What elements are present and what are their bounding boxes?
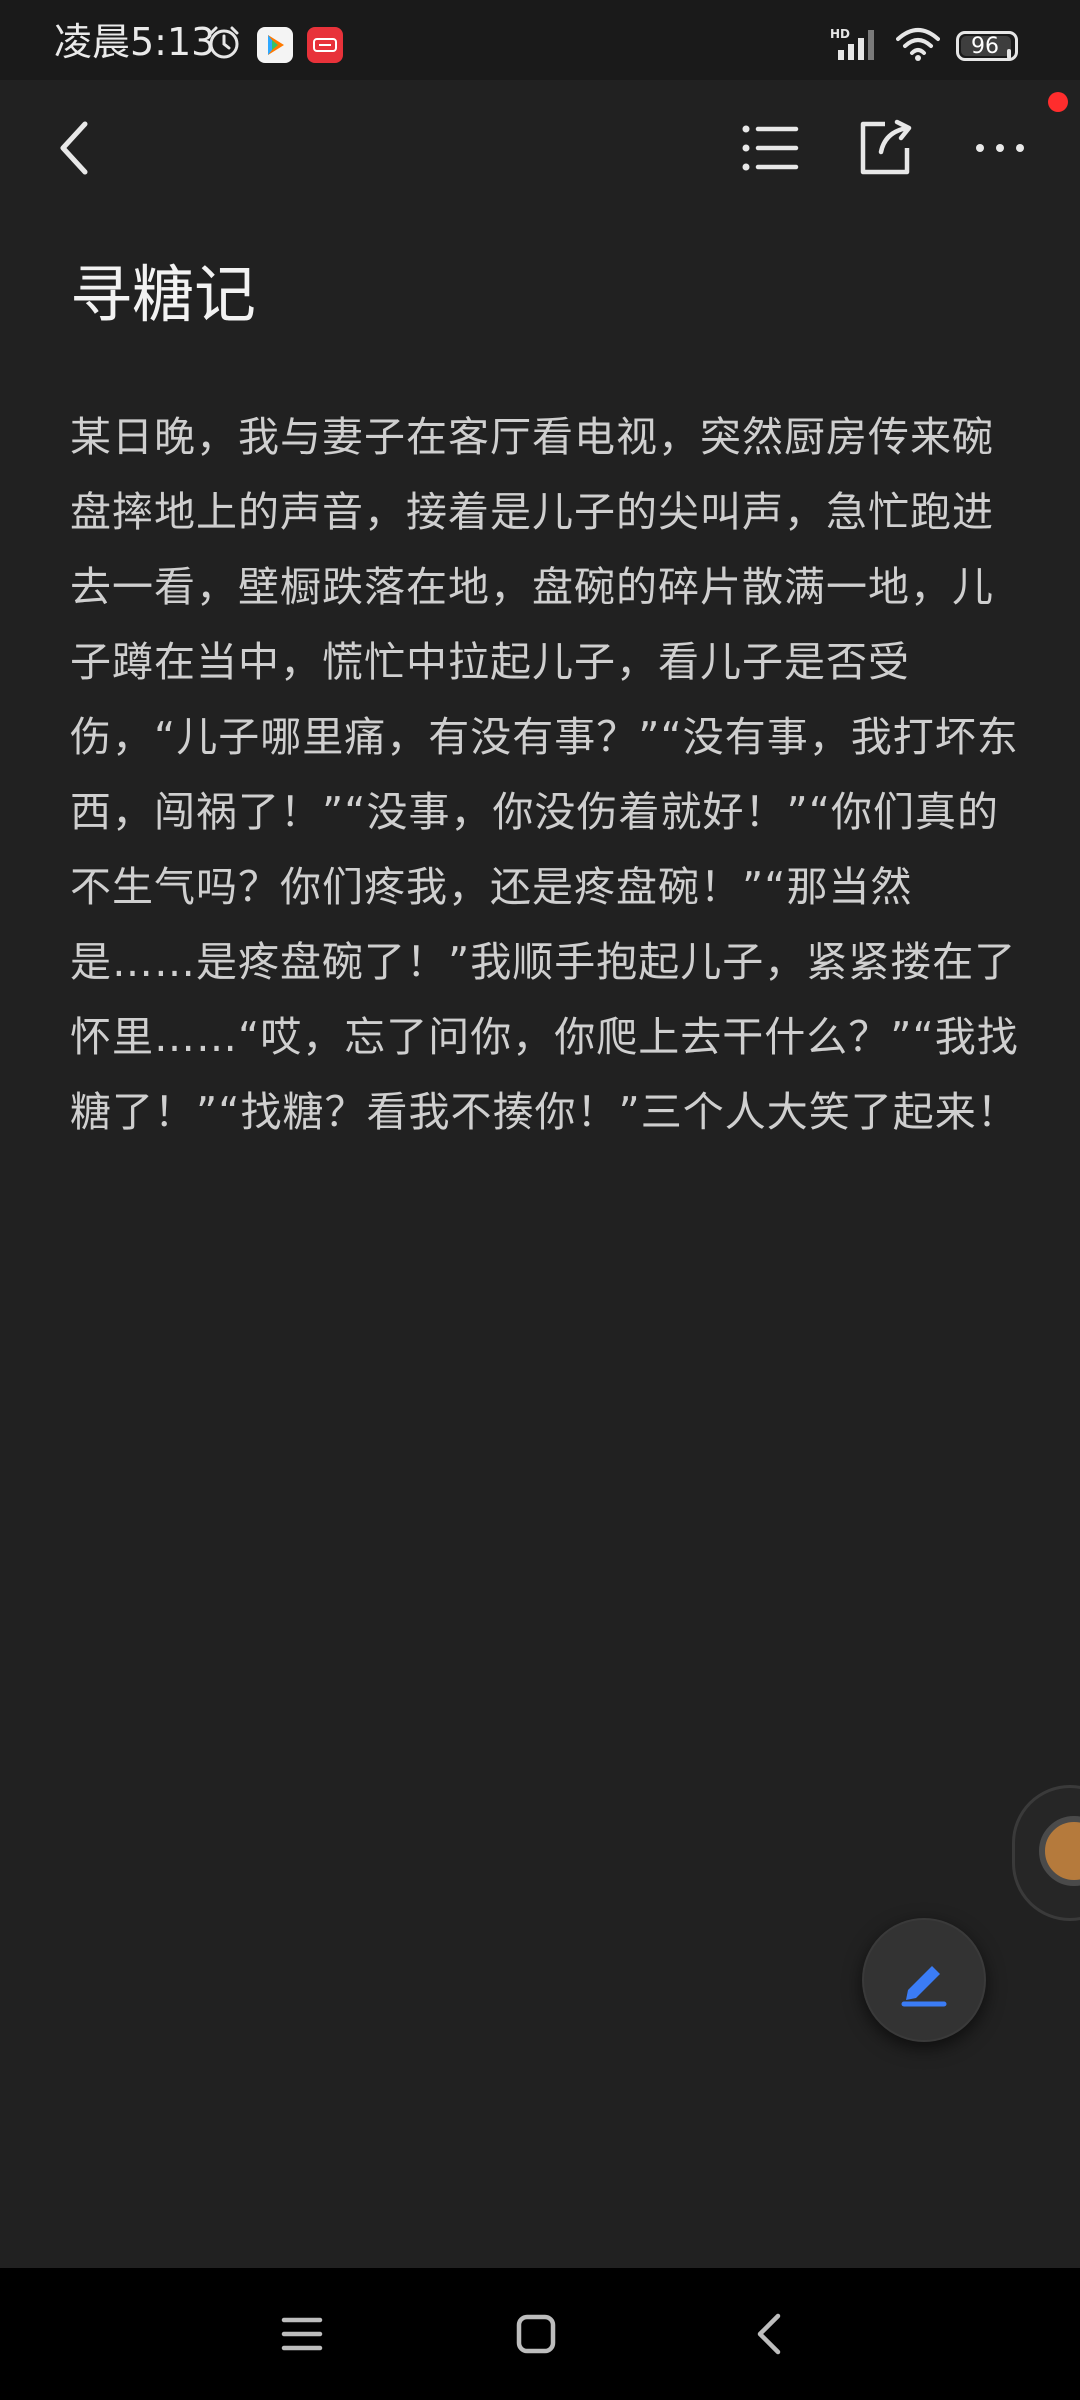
floating-side-widget[interactable] <box>1012 1785 1080 1921</box>
note-toolbar <box>0 80 1080 210</box>
status-bar: 凌晨5:13 HD 96 <box>0 0 1080 80</box>
notification-dot <box>1048 92 1068 112</box>
nav-back-button[interactable] <box>740 2304 800 2364</box>
floating-widget-icon <box>1039 1816 1080 1886</box>
status-time: 凌晨5:13 <box>54 20 216 64</box>
share-button[interactable] <box>845 108 925 188</box>
battery-indicator: 96 <box>956 31 1018 61</box>
edit-button[interactable] <box>862 1918 986 2042</box>
app-icon-kandian <box>307 27 343 63</box>
back-icon <box>757 2313 781 2355</box>
share-icon <box>860 119 912 175</box>
home-icon <box>516 2314 556 2354</box>
status-system-icons: HD 96 <box>830 26 1018 66</box>
status-notification-icons <box>205 24 343 66</box>
wifi-icon <box>896 27 940 65</box>
outline-button[interactable] <box>730 108 810 188</box>
alarm-icon <box>205 24 243 66</box>
back-button[interactable] <box>36 108 116 188</box>
app-icon-video <box>257 27 293 63</box>
nav-menu-button[interactable] <box>272 2304 332 2364</box>
network-type-label: HD <box>830 27 850 41</box>
more-icon <box>976 144 1024 152</box>
edit-pen-icon <box>901 1966 947 2007</box>
list-icon <box>742 125 799 171</box>
note-title[interactable]: 寻糖记 <box>70 255 256 335</box>
more-button[interactable] <box>960 108 1040 188</box>
battery-level-text: 96 <box>971 33 999 59</box>
nav-home-button[interactable] <box>506 2304 566 2364</box>
chevron-left-icon <box>60 121 88 175</box>
note-body[interactable]: 某日晚，我与妻子在客厅看电视，突然厨房传来碗盘摔地上的声音，接着是儿子的尖叫声，… <box>70 400 1020 1150</box>
menu-icon <box>281 2317 323 2351</box>
system-navigation-bar <box>0 2268 1080 2400</box>
signal-icon: HD <box>830 26 880 66</box>
